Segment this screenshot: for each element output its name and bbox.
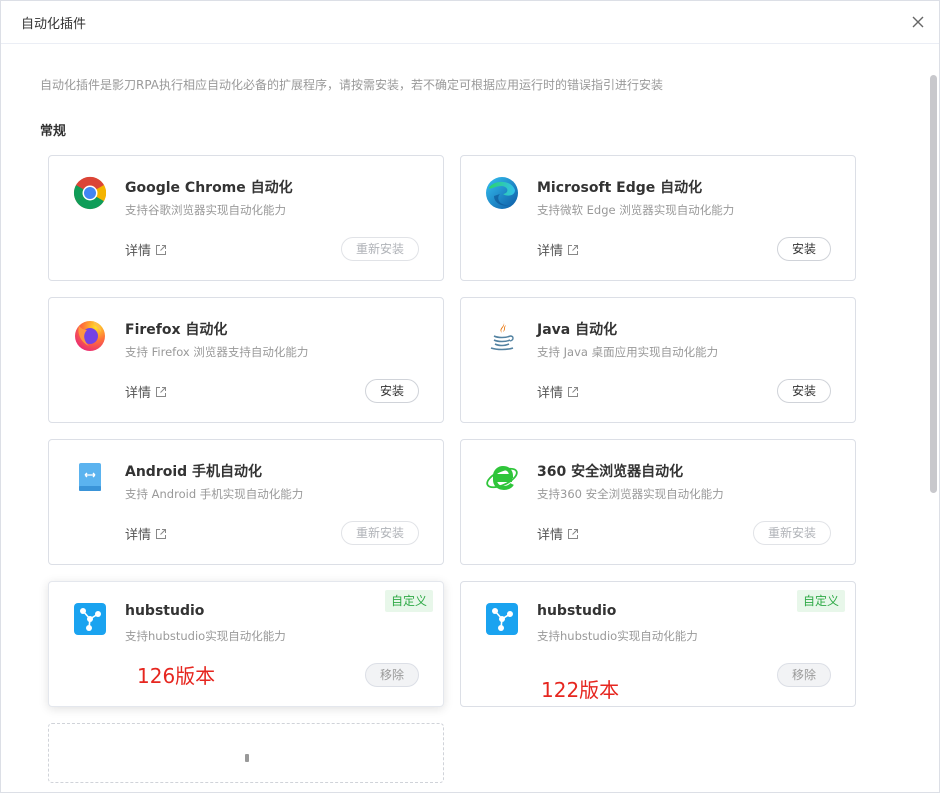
android-icon — [79, 463, 101, 491]
detail-link[interactable]: 详情 — [537, 382, 579, 401]
plugin-card-firefox: Firefox 自动化 支持 Firefox 浏览器支持自动化能力 详情 安装 — [48, 297, 444, 423]
detail-label: 详情 — [537, 244, 564, 259]
card-subtitle: 支持 Firefox 浏览器支持自动化能力 — [125, 345, 309, 359]
reinstall-button[interactable]: 重新安装 — [340, 237, 419, 261]
detail-link[interactable]: 详情 — [125, 240, 167, 259]
remove-button[interactable]: 移除 — [364, 663, 419, 687]
external-link-icon — [156, 528, 167, 539]
detail-link[interactable]: 详情 — [125, 382, 167, 401]
remove-button[interactable]: 移除 — [776, 663, 831, 687]
external-link-icon — [568, 386, 579, 397]
hubstudio-icon — [486, 603, 518, 635]
version-annotation: 126版本 — [137, 664, 216, 688]
dialog-title: 自动化插件 — [21, 17, 87, 32]
plugin-card-edge: Microsoft Edge 自动化 支持微软 Edge 浏览器实现自动化能力 … — [460, 155, 856, 281]
plugin-card-java: Java 自动化 支持 Java 桌面应用实现自动化能力 详情 安装 — [460, 297, 856, 423]
version-annotation: 122版本 — [541, 678, 620, 702]
card-subtitle: 支持 Android 手机实现自动化能力 — [125, 487, 304, 501]
dialog-header: 自动化插件 — [1, 1, 939, 44]
install-button[interactable]: 安装 — [776, 237, 831, 261]
install-button[interactable]: 安装 — [776, 379, 831, 403]
card-title: Android 手机自动化 — [125, 464, 263, 480]
card-title: Microsoft Edge 自动化 — [537, 180, 703, 196]
plugin-card-360-browser: 360 安全浏览器自动化 支持360 安全浏览器实现自动化能力 详情 重新安装 — [460, 439, 856, 565]
detail-label: 详情 — [125, 244, 152, 259]
external-link-icon — [156, 386, 167, 397]
plugin-card-android: Android 手机自动化 支持 Android 手机实现自动化能力 详情 重新… — [48, 439, 444, 565]
external-link-icon — [568, 528, 579, 539]
card-subtitle: 支持微软 Edge 浏览器实现自动化能力 — [537, 203, 735, 217]
360-browser-icon — [486, 465, 518, 491]
card-title: Google Chrome 自动化 — [125, 180, 293, 196]
reinstall-button[interactable]: 重新安装 — [340, 521, 419, 545]
detail-link[interactable]: 详情 — [537, 524, 579, 543]
dialog-body: 自动化插件是影刀RPA执行相应自动化必备的扩展程序，请按需安装，若不确定可根据应… — [1, 45, 939, 792]
card-subtitle: 支持hubstudio实现自动化能力 — [537, 629, 698, 643]
add-icon — [245, 754, 249, 762]
plugin-dialog: 自动化插件 自动化插件是影刀RPA执行相应自动化必备的扩展程序，请按需安装，若不… — [0, 0, 940, 793]
card-title: Java 自动化 — [537, 322, 618, 338]
custom-tag: 自定义 — [384, 590, 433, 612]
java-icon — [490, 321, 514, 351]
card-title: hubstudio — [537, 603, 617, 619]
detail-link[interactable]: 详情 — [537, 240, 579, 259]
card-title: hubstudio — [125, 603, 205, 619]
hubstudio-icon — [74, 603, 106, 635]
plugin-card-hubstudio-122: 自定义 hubstudio 支持hubstudio实现自动化能力 122版本 移… — [460, 581, 856, 707]
card-subtitle: 支持谷歌浏览器实现自动化能力 — [125, 203, 286, 217]
close-icon[interactable] — [910, 14, 926, 30]
card-subtitle: 支持360 安全浏览器实现自动化能力 — [537, 487, 724, 501]
detail-label: 详情 — [537, 386, 564, 401]
detail-label: 详情 — [125, 386, 152, 401]
detail-label: 详情 — [537, 528, 564, 543]
reinstall-button[interactable]: 重新安装 — [752, 521, 831, 545]
detail-link[interactable]: 详情 — [125, 524, 167, 543]
external-link-icon — [568, 244, 579, 255]
edge-icon — [486, 177, 518, 209]
custom-tag: 自定义 — [796, 590, 845, 612]
scrollbar[interactable] — [930, 75, 937, 493]
install-button[interactable]: 安装 — [364, 379, 419, 403]
firefox-icon — [75, 321, 105, 351]
plugin-description: 自动化插件是影刀RPA执行相应自动化必备的扩展程序，请按需安装，若不确定可根据应… — [40, 78, 664, 92]
card-subtitle: 支持 Java 桌面应用实现自动化能力 — [537, 345, 719, 359]
chrome-icon — [73, 176, 107, 210]
card-title: Firefox 自动化 — [125, 322, 228, 338]
card-title: 360 安全浏览器自动化 — [537, 464, 684, 480]
plugin-card-chrome: Google Chrome 自动化 支持谷歌浏览器实现自动化能力 详情 重新安装 — [48, 155, 444, 281]
add-plugin-card[interactable] — [48, 723, 444, 783]
external-link-icon — [156, 244, 167, 255]
detail-label: 详情 — [125, 528, 152, 543]
section-title: 常规 — [40, 124, 67, 139]
plugin-card-hubstudio-126: 自定义 hubstudio 支持hubstudio实现自动化能力 126版本 移… — [48, 581, 444, 707]
card-subtitle: 支持hubstudio实现自动化能力 — [125, 629, 286, 643]
